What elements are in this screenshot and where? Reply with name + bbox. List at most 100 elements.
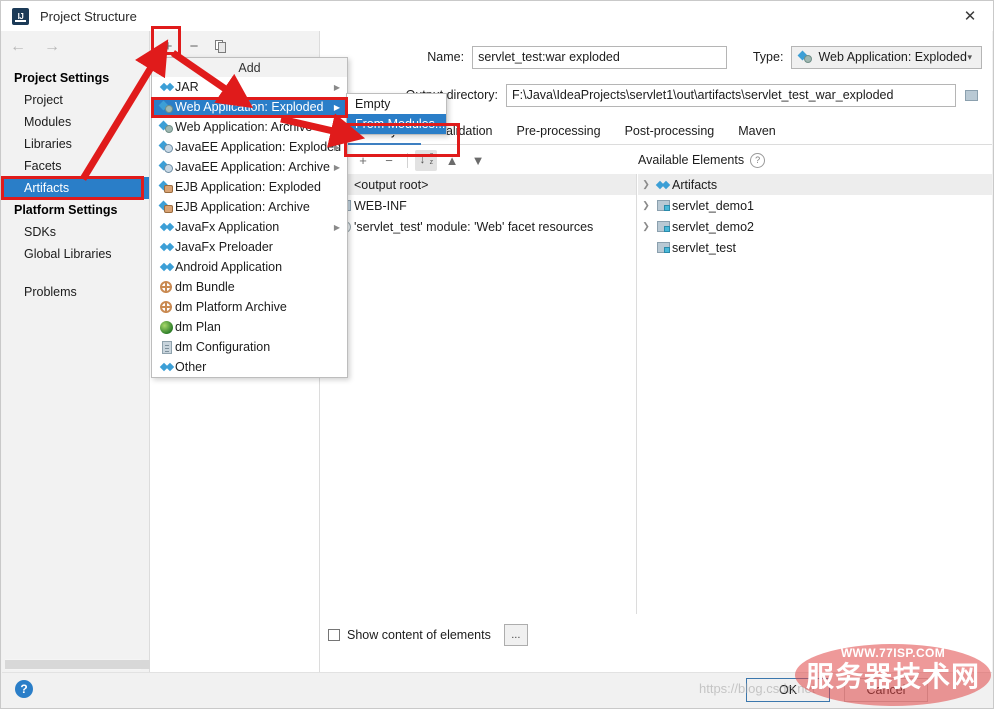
tree-row-web-inf[interactable]: ❯ WEB-INF xyxy=(320,195,636,216)
tree-twisty[interactable]: ❯ xyxy=(638,200,654,211)
menu-item-web-application-exploded[interactable]: Web Application: Exploded ▶ xyxy=(152,97,347,117)
module-icon xyxy=(656,242,670,253)
dm-platform-archive-icon xyxy=(158,300,175,314)
add-artifact-button[interactable]: + xyxy=(158,37,178,57)
menu-item-label: EJB Application: Exploded xyxy=(175,180,321,194)
cancel-button[interactable]: Cancel xyxy=(844,678,928,702)
sidebar-item-artifacts[interactable]: Artifacts xyxy=(2,177,149,199)
menu-item-jar[interactable]: JAR ▶ xyxy=(152,77,347,97)
menu-item-label: JavaEE Application: Exploded xyxy=(175,140,342,154)
available-elements-tree[interactable]: ❯ Artifacts ❯ servlet_demo1 ❯ servlet_de… xyxy=(638,174,992,614)
more-options-button[interactable]: ... xyxy=(503,624,528,646)
menu-item-android-application[interactable]: Android Application xyxy=(152,257,347,277)
menu-item-ejb-application-exploded[interactable]: EJB Application: Exploded xyxy=(152,177,347,197)
sidebar-list: Project Settings Project Modules Librari… xyxy=(2,67,149,303)
tree-row-facet-resources[interactable]: 'servlet_test' module: 'Web' facet resou… xyxy=(320,216,636,237)
other-icon xyxy=(158,361,175,373)
add-element-button[interactable]: + xyxy=(352,150,374,171)
sidebar-item-project[interactable]: Project xyxy=(2,89,149,111)
remove-element-button[interactable]: − xyxy=(378,150,400,171)
output-layout-tree[interactable]: <output root> ❯ WEB-INF 'servlet_test' m… xyxy=(320,174,637,614)
menu-item-dm-bundle[interactable]: dm Bundle xyxy=(152,277,347,297)
menu-item-javaee-application-archive[interactable]: JavaEE Application: Archive ▶ xyxy=(152,157,347,177)
sidebar-group-platform-settings: Platform Settings xyxy=(14,203,118,217)
tree-row-servlet-demo2[interactable]: ❯ servlet_demo2 xyxy=(638,216,992,237)
help-question-icon[interactable]: ? xyxy=(750,152,766,168)
menu-item-label: dm Bundle xyxy=(175,280,235,294)
web-application-icon xyxy=(158,120,175,133)
menu-item-ejb-application-archive[interactable]: EJB Application: Archive xyxy=(152,197,347,217)
dialog-footer: ? OK Cancel xyxy=(2,672,992,707)
remove-artifact-button[interactable]: − xyxy=(184,37,204,57)
sidebar-item-global-libraries[interactable]: Global Libraries xyxy=(2,243,149,265)
tree-row-servlet-demo1[interactable]: ❯ servlet_demo1 xyxy=(638,195,992,216)
forward-icon[interactable]: → xyxy=(44,31,60,63)
move-down-button[interactable]: ▼ xyxy=(467,150,489,171)
javaee-application-icon xyxy=(158,140,175,153)
project-structure-dialog: Project Structure ✕ ← → Project Settings… xyxy=(0,0,994,709)
menu-item-label: Android Application xyxy=(175,260,283,274)
tree-icon-module xyxy=(654,242,672,253)
ejb-application-icon xyxy=(158,200,175,213)
javaee-application-icon xyxy=(158,160,175,173)
tab-pre-processing[interactable]: Pre-processing xyxy=(505,120,613,144)
tree-twisty[interactable]: ❯ xyxy=(638,179,654,190)
tree-row-servlet-test[interactable]: servlet_test xyxy=(638,237,992,258)
chevron-down-icon: ▾ xyxy=(967,51,972,62)
tree-icon-module xyxy=(654,221,672,232)
web-application-icon xyxy=(158,100,175,113)
artifact-name-input[interactable] xyxy=(472,45,727,69)
tree-twisty[interactable]: ❯ xyxy=(638,221,654,232)
submenu-item-from-modules[interactable]: From Modules... xyxy=(347,114,446,134)
back-icon[interactable]: ← xyxy=(10,31,26,63)
dm-bundle-icon xyxy=(158,280,175,294)
move-up-button[interactable]: ▲ xyxy=(441,150,463,171)
menu-item-label: JavaFx Application xyxy=(175,220,280,234)
tree-icon-artifact xyxy=(654,179,672,191)
tree-row-output-root[interactable]: <output root> xyxy=(320,174,636,195)
tab-maven[interactable]: Maven xyxy=(726,120,788,144)
artifact-type-select[interactable]: Web Application: Exploded ▾ xyxy=(791,45,982,69)
menu-title: Add xyxy=(152,58,347,77)
sort-button[interactable]: ↓ a z xyxy=(415,149,437,171)
sidebar-item-problems[interactable]: Problems xyxy=(2,281,149,303)
artifact-icon xyxy=(657,179,669,191)
menu-item-label: Other xyxy=(175,360,207,374)
intellij-idea-icon xyxy=(12,7,29,25)
menu-item-web-application-archive[interactable]: Web Application: Archive ▶ xyxy=(152,117,347,137)
menu-item-label: JavaFx Preloader xyxy=(175,240,273,254)
scrollbar-thumb[interactable] xyxy=(5,660,153,669)
title-bar: Project Structure ✕ xyxy=(1,1,993,31)
settings-sidebar: ← → Project Settings Project Modules Lib… xyxy=(2,31,153,674)
available-elements-header: Available Elements ? xyxy=(638,146,766,174)
menu-item-dm-platform-archive[interactable]: dm Platform Archive xyxy=(152,297,347,317)
sidebar-item-sdks[interactable]: SDKs xyxy=(2,221,149,243)
sidebar-horizontal-scrollbar[interactable] xyxy=(5,659,153,670)
menu-item-dm-configuration[interactable]: dm Configuration xyxy=(152,337,347,357)
copy-artifact-button[interactable] xyxy=(210,37,230,57)
menu-item-label: EJB Application: Archive xyxy=(175,200,310,214)
submenu-item-empty[interactable]: Empty xyxy=(347,94,446,114)
ok-button[interactable]: OK xyxy=(746,678,830,702)
show-content-label: Show content of elements xyxy=(347,628,491,642)
show-content-checkbox[interactable] xyxy=(328,629,340,641)
tab-post-processing[interactable]: Post-processing xyxy=(613,120,727,144)
menu-item-javaee-application-exploded[interactable]: JavaEE Application: Exploded ▶ xyxy=(152,137,347,157)
output-directory-input[interactable] xyxy=(506,83,956,107)
module-icon xyxy=(656,200,670,211)
close-icon[interactable]: ✕ xyxy=(947,1,993,31)
menu-item-javafx-application[interactable]: JavaFx Application ▶ xyxy=(152,217,347,237)
menu-item-javafx-preloader[interactable]: JavaFx Preloader xyxy=(152,237,347,257)
output-layout-toolbar: + − ↓ a z ▲ ▼ Available Elements ? xyxy=(320,146,992,174)
tree-label: Artifacts xyxy=(672,177,718,192)
browse-folder-button[interactable] xyxy=(960,84,982,106)
tree-row-artifacts[interactable]: ❯ Artifacts xyxy=(638,174,992,195)
tree-label: servlet_demo1 xyxy=(672,198,754,213)
help-icon[interactable]: ? xyxy=(15,680,33,698)
menu-item-other[interactable]: Other xyxy=(152,357,347,377)
sidebar-item-facets[interactable]: Facets xyxy=(2,155,149,177)
sidebar-item-libraries[interactable]: Libraries xyxy=(2,133,149,155)
sidebar-item-modules[interactable]: Modules xyxy=(2,111,149,133)
menu-item-dm-plan[interactable]: dm Plan xyxy=(152,317,347,337)
